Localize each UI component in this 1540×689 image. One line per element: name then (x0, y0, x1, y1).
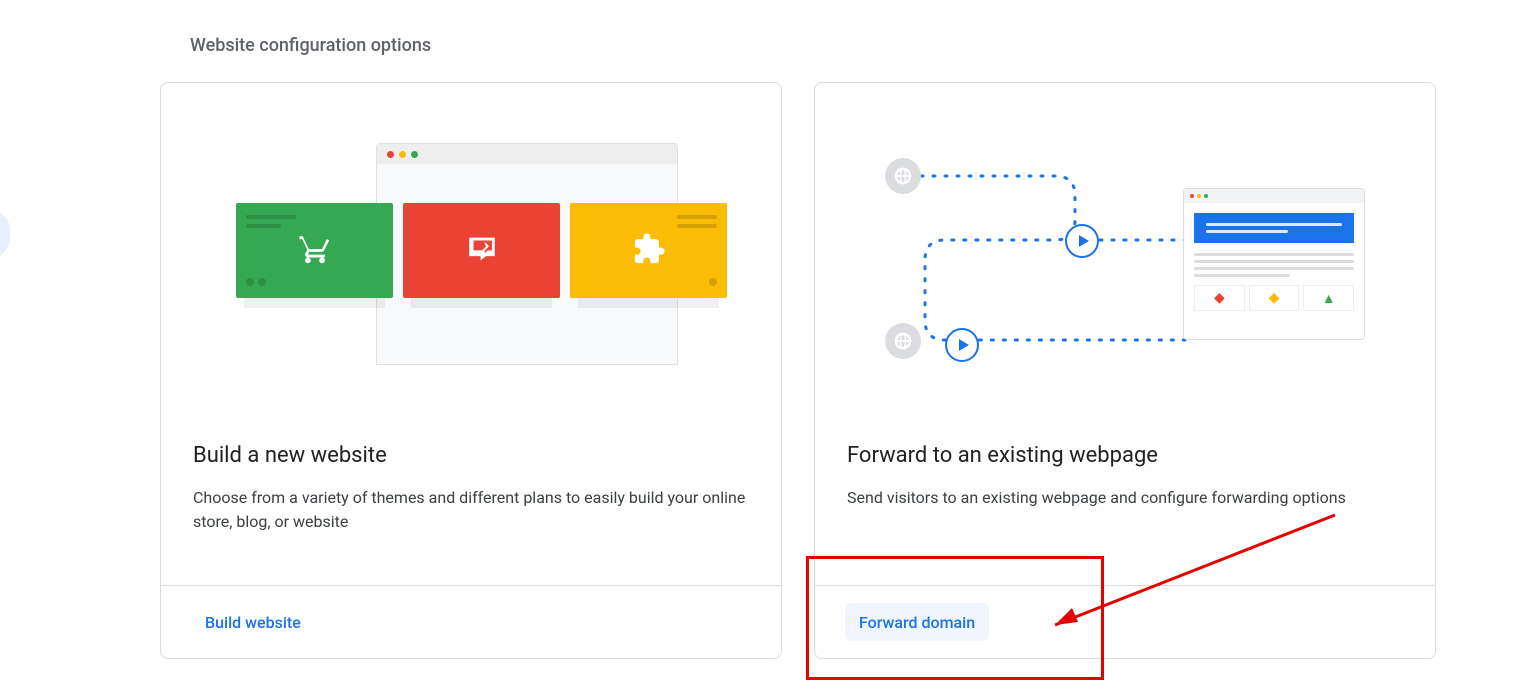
forward-card-description: Send visitors to an existing webpage and… (847, 486, 1403, 510)
section-heading: Website configuration options (190, 35, 431, 56)
forward-illustration: ◆ ◆ ▲ (815, 83, 1435, 443)
build-card-title: Build a new website (193, 443, 749, 468)
globe-icon (885, 158, 921, 194)
mini-browser-icon: ◆ ◆ ▲ (1183, 188, 1365, 340)
build-illustration (161, 83, 781, 443)
browser-window-icon (377, 144, 677, 164)
play-icon (945, 328, 979, 362)
play-icon (1065, 224, 1099, 258)
globe-icon (885, 323, 921, 359)
decorative-edge (0, 210, 10, 258)
config-cards-row: Build a new website Choose from a variet… (160, 82, 1436, 659)
card-build-website: Build a new website Choose from a variet… (160, 82, 782, 659)
extension-tile-icon (570, 203, 727, 298)
forward-domain-button[interactable]: Forward domain (845, 603, 989, 641)
build-website-button[interactable]: Build website (191, 603, 315, 641)
store-tile-icon (236, 203, 393, 298)
blog-tile-icon (403, 203, 560, 298)
card-forward-domain: ◆ ◆ ▲ Forward to an existing webpage Sen… (814, 82, 1436, 659)
build-card-description: Choose from a variety of themes and diff… (193, 486, 749, 534)
forward-card-title: Forward to an existing webpage (847, 443, 1403, 468)
